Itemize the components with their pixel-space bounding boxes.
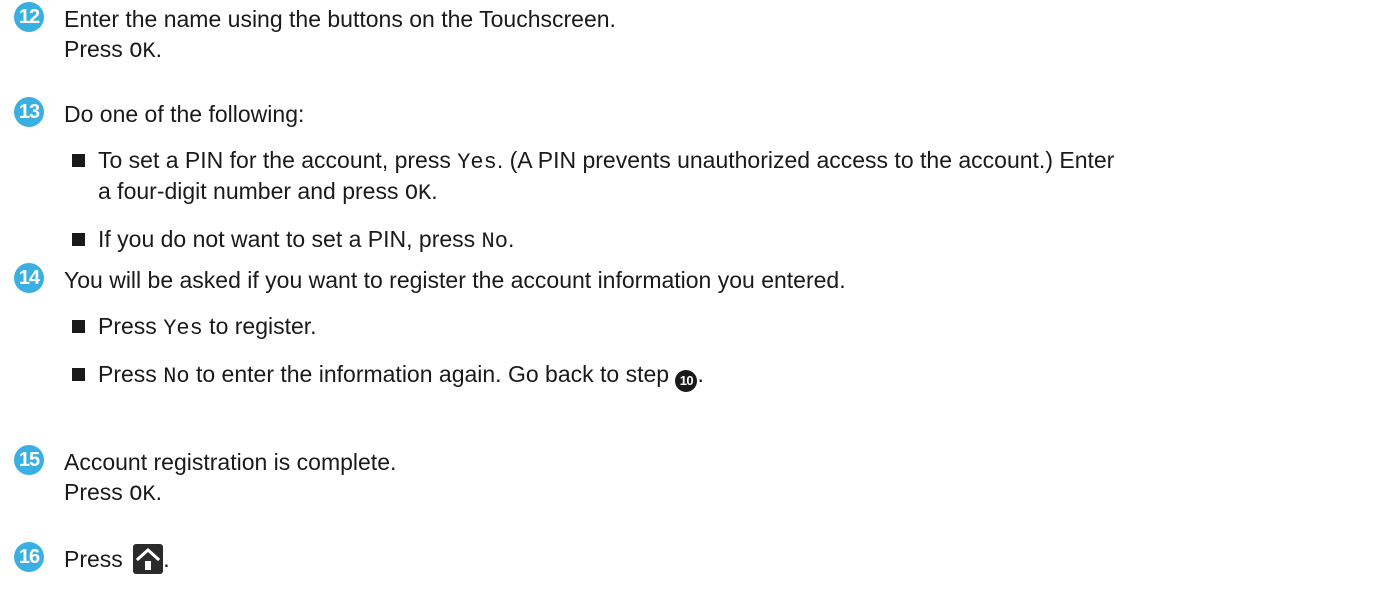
bullet-text: To set a PIN for the account, press Yes.…	[98, 147, 1115, 175]
ok-button-label: OK	[129, 482, 156, 507]
step-reference-icon: 10	[675, 370, 698, 392]
list-item: Press Yes to register.	[64, 311, 1398, 341]
step-number-badge: 13	[14, 97, 44, 127]
step-text: Press OK.	[64, 479, 162, 507]
step-intro: Do one of the following:	[64, 101, 305, 127]
bullet-square-icon	[72, 233, 85, 246]
bullet-text: Press No to enter the information again.…	[98, 359, 1398, 392]
bullet-square-icon	[72, 154, 85, 167]
bullet-square-icon	[72, 368, 85, 381]
step-number-badge: 15	[14, 445, 44, 475]
yes-button-label: Yes	[163, 316, 203, 341]
step-15: 15 Account registration is complete. Pre…	[14, 445, 1384, 509]
step-text: Press OK.	[64, 36, 162, 64]
no-button-label: No	[481, 229, 508, 254]
bullet-text: If you do not want to set a PIN, press N…	[98, 226, 515, 254]
bullet-square-icon	[72, 320, 85, 333]
step-text: Press .	[64, 544, 170, 574]
step-12: 12 Enter the name using the buttons on t…	[14, 2, 1384, 66]
step-14: 14 You will be asked if you want to regi…	[14, 263, 1384, 413]
ok-button-label: OK	[404, 181, 432, 206]
step-number-badge: 16	[14, 542, 44, 572]
step-13: 13 Do one of the following: To set a PIN…	[14, 97, 1384, 287]
home-icon	[133, 544, 164, 574]
step-number-badge: 14	[14, 263, 44, 293]
list-item: To set a PIN for the account, press Yes.…	[64, 145, 1398, 207]
no-button-label: No	[163, 364, 190, 389]
step-text: Enter the name using the buttons on the …	[64, 6, 616, 32]
bullet-text: a four-digit number and press OK.	[98, 178, 438, 206]
step-intro: You will be asked if you want to registe…	[64, 267, 846, 293]
ok-button-label: OK	[129, 39, 156, 64]
list-item: Press No to enter the information again.…	[64, 359, 1398, 392]
yes-button-label: Yes	[457, 150, 497, 175]
list-item: If you do not want to set a PIN, press N…	[64, 224, 1398, 254]
step-text: Account registration is complete.	[64, 449, 397, 475]
step-number-badge: 12	[14, 2, 44, 32]
bullet-text: Press Yes to register.	[98, 313, 317, 341]
step-16: 16 Press .	[14, 542, 1384, 582]
